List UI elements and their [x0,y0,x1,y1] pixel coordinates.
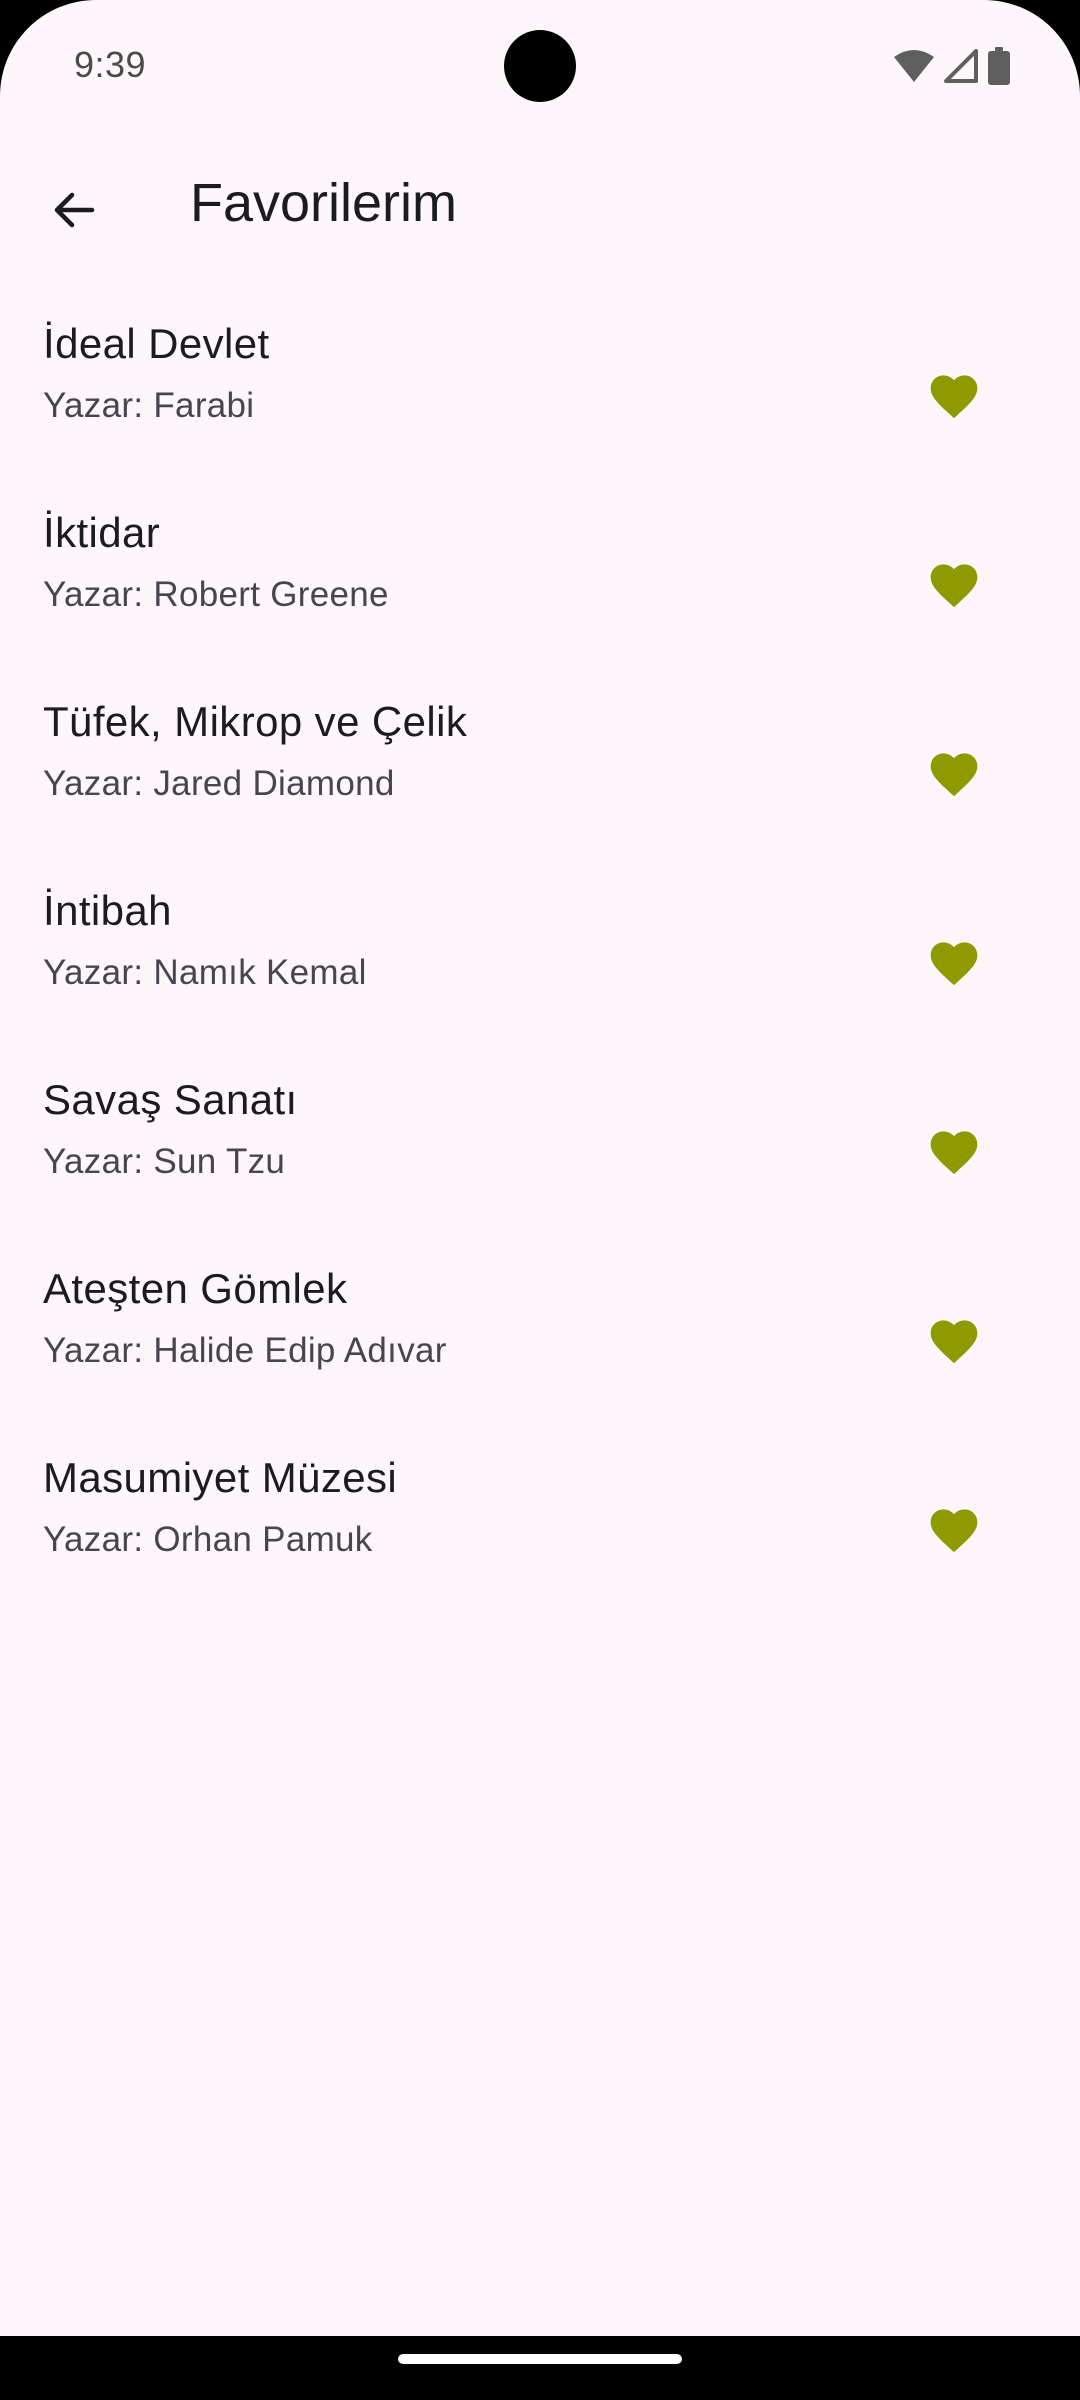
favorite-toggle-button[interactable] [906,1291,1002,1387]
favorite-list-item[interactable]: İntibah Yazar: Namık Kemal [0,851,1080,1040]
gesture-navigation-handle[interactable] [398,2354,682,2364]
heart-icon [930,1509,978,1553]
favorite-toggle-button[interactable] [906,724,1002,820]
book-author: Yazar: Farabi [43,386,255,425]
book-title: İntibah [43,887,172,934]
battery-icon [988,47,1010,85]
status-icons [894,46,1010,86]
book-author: Yazar: Halide Edip Adıvar [43,1331,447,1370]
top-app-bar: Favorilerim [0,150,1080,262]
book-title: İdeal Devlet [43,320,270,367]
favorite-toggle-button[interactable] [906,1102,1002,1198]
favorite-list-item[interactable]: Ateşten Gömlek Yazar: Halide Edip Adıvar [0,1229,1080,1418]
book-author: Yazar: Namık Kemal [43,953,367,992]
book-title: Ateşten Gömlek [43,1265,348,1312]
book-title: İktidar [43,509,161,556]
wifi-icon [894,50,934,82]
book-title: Masumiyet Müzesi [43,1454,398,1501]
favorite-toggle-button[interactable] [906,535,1002,631]
heart-icon [930,375,978,419]
favorite-toggle-button[interactable] [906,1480,1002,1576]
favorite-list-item[interactable]: Savaş Sanatı Yazar: Sun Tzu [0,1040,1080,1229]
heart-icon [930,1131,978,1175]
favorite-toggle-button[interactable] [906,346,1002,442]
favorite-list-item[interactable]: İdeal Devlet Yazar: Farabi [0,284,1080,473]
app-screen: 9:39 Favorilerim İdeal Devlet Yazar: Far… [0,0,1080,2336]
page-title: Favorilerim [190,173,458,233]
cellular-signal-icon [944,49,978,83]
book-title: Tüfek, Mikrop ve Çelik [43,698,468,745]
status-time: 9:39 [74,44,147,85]
favorite-list-item[interactable]: Tüfek, Mikrop ve Çelik Yazar: Jared Diam… [0,662,1080,851]
heart-icon [930,564,978,608]
heart-icon [930,1320,978,1364]
book-title: Savaş Sanatı [43,1076,298,1123]
heart-icon [930,942,978,986]
favorites-list: İdeal Devlet Yazar: Farabi İktidar Yazar… [0,284,1080,1607]
favorite-toggle-button[interactable] [906,913,1002,1009]
book-author: Yazar: Sun Tzu [43,1142,286,1181]
book-author: Yazar: Jared Diamond [43,764,395,803]
arrow-left-icon [54,192,95,228]
book-author: Yazar: Orhan Pamuk [43,1520,373,1559]
heart-icon [930,753,978,797]
back-button[interactable] [26,162,122,258]
favorite-list-item[interactable]: İktidar Yazar: Robert Greene [0,473,1080,662]
favorite-list-item[interactable]: Masumiyet Müzesi Yazar: Orhan Pamuk [0,1418,1080,1607]
book-author: Yazar: Robert Greene [43,575,389,614]
front-camera-cutout [504,30,576,102]
status-bar: 9:39 [0,0,1080,132]
